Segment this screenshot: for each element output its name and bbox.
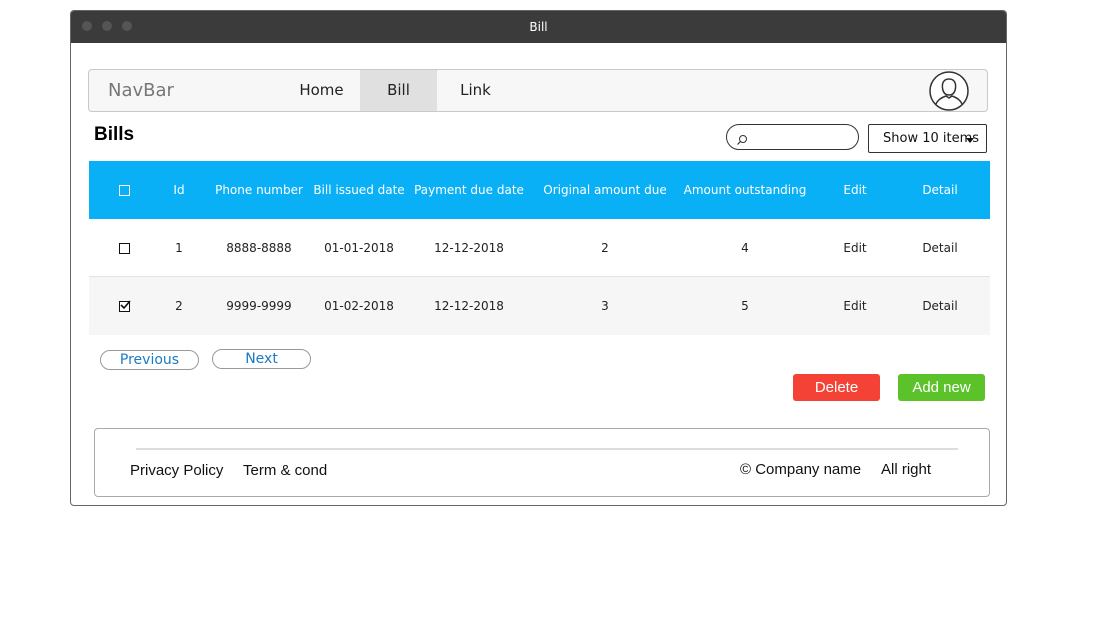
footer-link-privacy[interactable]: Privacy Policy bbox=[130, 462, 223, 479]
table-header: Id Phone number Bill issued date Payment… bbox=[89, 161, 990, 219]
cell-outstanding-amount: 5 bbox=[741, 299, 749, 313]
edit-link[interactable]: Edit bbox=[835, 277, 875, 335]
cell-id: 2 bbox=[175, 299, 183, 313]
cell-issued-date: 01-01-2018 bbox=[324, 241, 394, 255]
navbar-brand[interactable]: NavBar bbox=[108, 70, 174, 111]
cell-due-date: 12-12-2018 bbox=[434, 299, 504, 313]
show-items-label: Show 10 items bbox=[883, 131, 980, 146]
nav-link-home[interactable]: Home bbox=[283, 70, 360, 111]
user-avatar-icon[interactable] bbox=[929, 71, 969, 111]
cell-original-amount: 3 bbox=[601, 299, 609, 313]
previous-button[interactable]: Previous bbox=[100, 350, 199, 370]
page-title: Bills bbox=[94, 124, 135, 145]
column-header: Payment due date bbox=[414, 183, 524, 197]
select-all-checkbox[interactable] bbox=[104, 161, 144, 219]
cell-outstanding-amount: 4 bbox=[741, 241, 749, 255]
row-checkbox[interactable] bbox=[104, 219, 144, 277]
cell-id: 1 bbox=[175, 241, 183, 255]
checkbox-icon bbox=[118, 185, 130, 196]
cell-phone: 8888-8888 bbox=[226, 241, 292, 255]
column-header: Bill issued date bbox=[313, 183, 405, 197]
cell-due-date: 12-12-2018 bbox=[434, 241, 504, 255]
detail-link[interactable]: Detail bbox=[910, 277, 970, 335]
footer-company: © Company name bbox=[740, 461, 862, 478]
nav-link-link[interactable]: Link bbox=[437, 70, 514, 111]
footer: Privacy Policy Term & cond © Company nam… bbox=[94, 428, 990, 497]
footer-divider bbox=[136, 448, 958, 450]
app-window: Bill NavBar Home Bill Link Bills Show 10… bbox=[70, 10, 1007, 506]
navbar: NavBar Home Bill Link bbox=[88, 69, 988, 112]
table-row: 1 8888-8888 01-01-2018 12-12-2018 2 4 Ed… bbox=[89, 219, 990, 277]
detail-link[interactable]: Detail bbox=[910, 219, 970, 277]
add-new-button[interactable]: Add new bbox=[898, 374, 985, 401]
cell-issued-date: 01-02-2018 bbox=[324, 299, 394, 313]
checkbox-icon bbox=[118, 243, 130, 254]
cell-original-amount: 2 bbox=[601, 241, 609, 255]
search-box[interactable] bbox=[726, 124, 859, 150]
column-header: Id bbox=[173, 183, 185, 197]
column-header: Original amount due bbox=[543, 183, 667, 197]
bills-table: Id Phone number Bill issued date Payment… bbox=[89, 161, 990, 335]
column-header: Phone number bbox=[215, 183, 303, 197]
window-title: Bill bbox=[529, 20, 548, 34]
caret-down-icon bbox=[966, 138, 974, 143]
title-bar: Bill bbox=[71, 11, 1006, 43]
show-items-select[interactable]: Show 10 items bbox=[868, 124, 987, 153]
column-header: Detail bbox=[922, 183, 958, 197]
checked-checkbox-icon bbox=[118, 300, 131, 312]
search-input[interactable] bbox=[751, 128, 855, 148]
table-row: 2 9999-9999 01-02-2018 12-12-2018 3 5 Ed… bbox=[89, 277, 990, 335]
cell-phone: 9999-9999 bbox=[226, 299, 292, 313]
column-header: Amount outstanding bbox=[683, 183, 807, 197]
footer-rights: All right bbox=[881, 461, 932, 478]
footer-link-terms[interactable]: Term & cond bbox=[243, 462, 327, 479]
next-button[interactable]: Next bbox=[212, 349, 311, 369]
edit-link[interactable]: Edit bbox=[835, 219, 875, 277]
delete-button[interactable]: Delete bbox=[793, 374, 880, 401]
nav-link-bill[interactable]: Bill bbox=[360, 70, 437, 111]
row-checkbox[interactable] bbox=[104, 277, 144, 335]
column-header: Edit bbox=[843, 183, 867, 197]
search-icon bbox=[736, 131, 748, 145]
